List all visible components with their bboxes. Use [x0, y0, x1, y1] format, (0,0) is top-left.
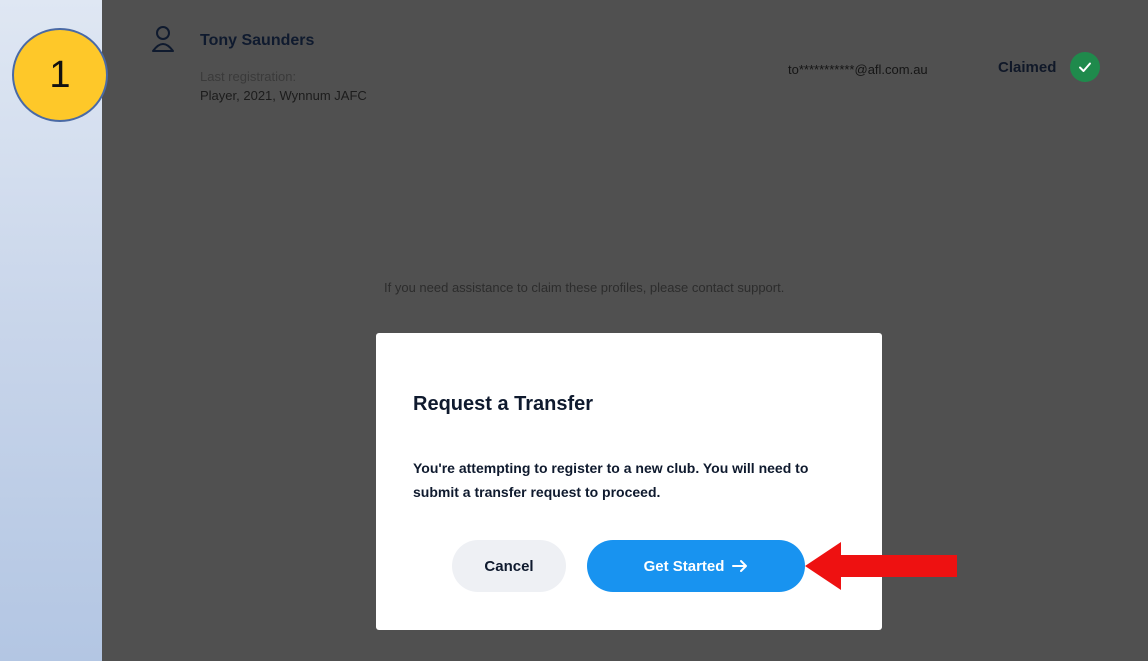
last-registration-label: Last registration:: [200, 69, 297, 84]
modal-body: You're attempting to register to a new c…: [413, 460, 809, 500]
modal-title: Request a Transfer: [413, 393, 594, 415]
app-screen: Tony Saunders Last registration: Player,…: [102, 0, 1148, 661]
user-icon: [152, 26, 174, 52]
get-started-label: Get Started: [643, 557, 725, 575]
support-text: If you need assistance to claim these pr…: [384, 280, 785, 295]
step-number: 1: [49, 53, 71, 96]
get-started-button[interactable]: Get Started: [587, 540, 805, 592]
profile-name: Tony Saunders: [200, 32, 315, 49]
profile-email: to***********@afl.com.au: [788, 62, 928, 77]
red-arrow-left-icon: [805, 542, 957, 590]
claimed-status: Claimed: [998, 59, 1057, 76]
last-registration-value: Player, 2021, Wynnum JAFC: [200, 88, 367, 103]
check-circle-icon: [1070, 52, 1100, 82]
cancel-button[interactable]: Cancel: [452, 540, 566, 592]
arrow-right-icon: [732, 560, 748, 572]
step-number-badge: 1: [12, 28, 108, 122]
